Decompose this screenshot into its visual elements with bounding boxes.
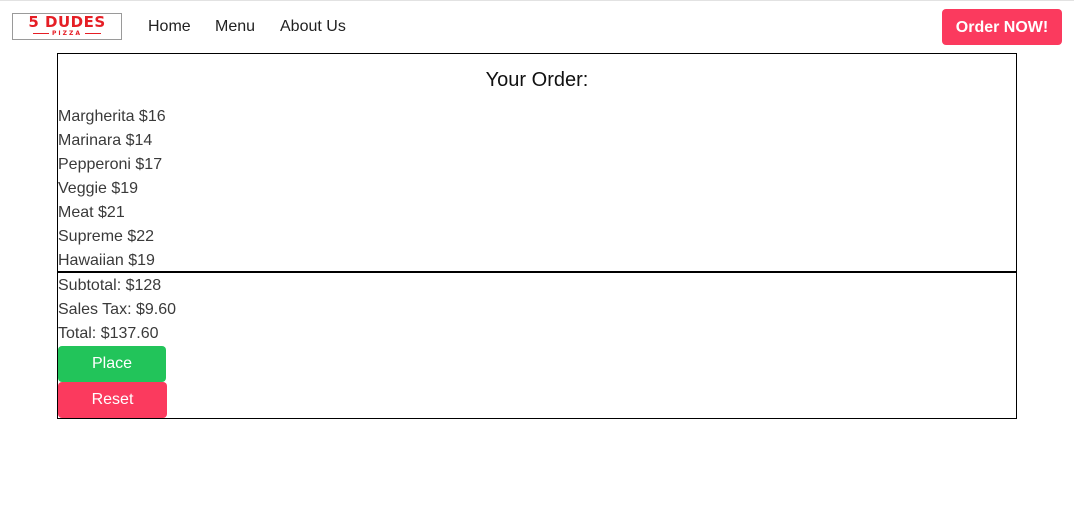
list-item: Marinara $14	[58, 132, 153, 149]
logo-text: 5 DUDES	[28, 13, 106, 31]
order-item-list: Margherita $16 Marinara $14 Pepperoni $1…	[58, 105, 166, 273]
list-item: Meat $21	[58, 204, 125, 221]
place-order-button[interactable]: Place Order	[58, 346, 166, 408]
order-now-button[interactable]: Order NOW!	[942, 9, 1062, 45]
order-totals: Subtotal: $128 Sales Tax: $9.60 Total: $…	[58, 274, 176, 346]
order-title: Your Order:	[485, 69, 589, 91]
sales-tax-text: Sales Tax: $9.60	[58, 301, 177, 318]
order-panel: Your Order: Margherita $16 Marinara $14 …	[57, 53, 1017, 444]
total-text: Total: $137.60	[58, 325, 159, 342]
divider	[58, 271, 1016, 273]
list-item: Supreme $22	[58, 228, 155, 245]
list-item: Hawaiian $19	[58, 252, 155, 269]
reset-order-button[interactable]: Reset Order	[58, 382, 167, 444]
list-item: Pepperoni $17	[58, 156, 163, 173]
nav-link-menu[interactable]: Menu	[215, 18, 255, 36]
list-item: Veggie $19	[58, 180, 139, 197]
subtotal-text: Subtotal: $128	[58, 277, 162, 294]
nav-link-home[interactable]: Home	[148, 18, 191, 36]
logo[interactable]: 5 DUDES PIZZA	[12, 13, 122, 40]
nav-link-about-us[interactable]: About Us	[280, 18, 346, 36]
navbar: 5 DUDES PIZZA Home Menu About Us Order N…	[0, 1, 1074, 53]
list-item: Margherita $16	[58, 108, 166, 125]
logo-subtext: PIZZA	[13, 30, 121, 37]
